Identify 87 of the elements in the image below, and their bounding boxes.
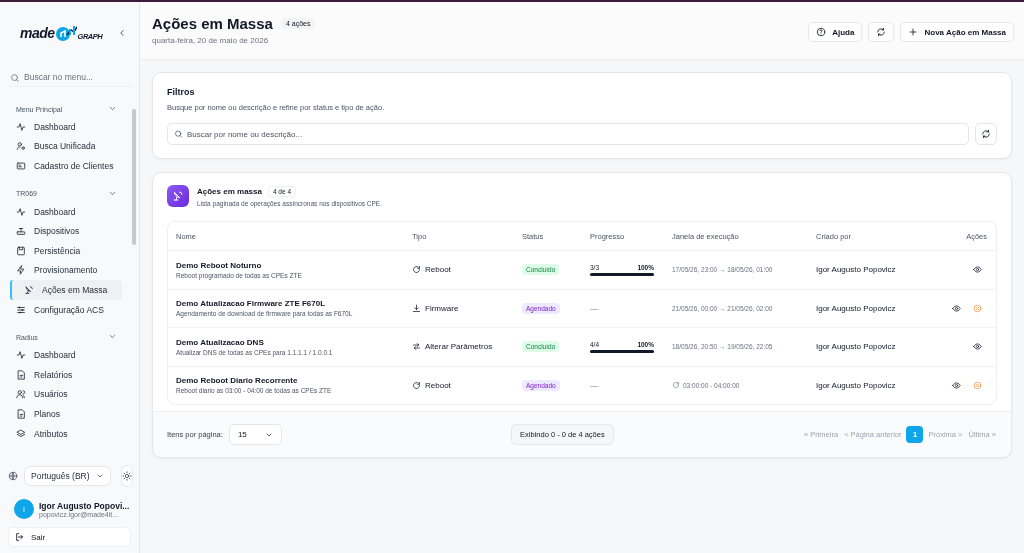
search-field[interactable]: Buscar por nome ou descrição... [167, 123, 969, 145]
user-name: Igor Augusto Popovi... [39, 500, 130, 511]
type-label: Reboot [425, 265, 451, 275]
eye-icon [952, 380, 961, 390]
plus-icon [908, 27, 919, 37]
view-button[interactable] [952, 380, 961, 390]
activity-icon [16, 350, 26, 361]
refresh-icon [412, 265, 421, 275]
sidebar-item[interactable]: Busca Unificada [10, 136, 122, 157]
search-icon [174, 129, 183, 139]
document-icon [16, 369, 26, 380]
router-icon [16, 226, 26, 237]
refresh-button[interactable] [868, 22, 895, 42]
view-button[interactable] [952, 303, 961, 313]
globe-icon [8, 471, 18, 481]
sidebar-item[interactable]: Dashboard [10, 201, 122, 222]
help-button[interactable]: Ajuda [808, 22, 863, 42]
creator-name: Igor Augusto Popovicz [815, 265, 897, 275]
chevron-down-icon [108, 104, 117, 113]
sun-icon [121, 471, 132, 481]
sidebar-item[interactable]: Dashboard [10, 117, 122, 137]
action-name: Demo Atualizacao DNS [176, 337, 265, 347]
cancel-icon [973, 303, 982, 313]
satellite-dish-icon [167, 185, 189, 207]
eye-icon [973, 265, 982, 275]
page-title: Ações em Massa [152, 15, 273, 32]
progress-bar [590, 272, 654, 276]
type-label: Reboot [425, 380, 451, 390]
refresh-icon [981, 129, 991, 139]
user-icon [16, 141, 26, 152]
creator-name: Igor Augusto Popovicz [815, 303, 897, 313]
save-icon [16, 245, 26, 256]
action-name: Demo Reboot Diario Recorrente [176, 376, 299, 386]
satellite-dish-icon [24, 284, 34, 295]
sidebar-item[interactable]: Persistência [10, 240, 122, 261]
theme-toggle[interactable] [120, 465, 133, 487]
activity-icon [16, 206, 26, 217]
sidebar-item[interactable]: Usuários [10, 384, 122, 405]
view-button[interactable] [973, 265, 982, 275]
sidebar-item[interactable]: Atributos [10, 423, 122, 444]
sidebar-item[interactable]: Ações em Massa [10, 280, 122, 300]
sidebar-item[interactable]: Cadastro de Clientes [10, 156, 122, 176]
arrows-icon [412, 342, 421, 352]
repeat-icon [672, 381, 680, 390]
users-icon [16, 389, 26, 400]
menu-search-field[interactable]: Buscar no menu... [8, 68, 131, 87]
activity-icon [16, 121, 26, 132]
help-icon [816, 27, 827, 37]
sidebar-item[interactable]: Dashboard [10, 345, 122, 365]
lightning-icon [16, 265, 26, 276]
action-name: Demo Reboot Noturno [176, 260, 263, 270]
sliders-icon [16, 304, 26, 315]
refresh-icon [412, 380, 421, 390]
sidebar-item[interactable]: Provisionamento [10, 260, 122, 281]
creator-name: Igor Augusto Popovicz [815, 342, 897, 352]
id-card-icon [16, 161, 26, 171]
new-action-button[interactable]: Nova Ação em Massa [900, 22, 1014, 42]
eye-icon [952, 303, 961, 313]
download-icon [412, 303, 421, 313]
sidebar-item[interactable]: Dispositivos [10, 221, 122, 241]
layers-icon [16, 428, 26, 439]
sidebar-item[interactable]: Planos [10, 404, 122, 424]
cancel-icon [973, 380, 982, 390]
view-button[interactable] [973, 342, 982, 352]
eye-icon [973, 342, 982, 352]
refresh-icon [876, 27, 887, 37]
per-page-select[interactable]: 15 [228, 424, 282, 445]
creator-name: Igor Augusto Popovicz [815, 380, 897, 390]
collapse-button[interactable] [117, 28, 127, 38]
action-name: Demo Atualizacao Firmware ZTE F670L [176, 299, 327, 309]
table-title: Ações em massa [197, 186, 262, 196]
sidebar-item[interactable]: Configuração ACS [10, 299, 122, 320]
scrollbar[interactable] [132, 109, 136, 245]
logout-icon [15, 532, 25, 542]
search-icon [10, 72, 20, 83]
logout-button[interactable]: Sair [8, 527, 131, 547]
progress-bar [590, 349, 654, 353]
chevron-down-icon [95, 472, 104, 480]
reset-filters-button[interactable] [975, 123, 997, 145]
sidebar-item[interactable]: Relatórios [10, 364, 122, 385]
type-label: Alterar Parâmetros [425, 342, 493, 352]
document-icon [16, 408, 26, 419]
type-label: Firmware [425, 303, 459, 313]
page-date: quarta-feira, 20 de maio de 2026 [152, 36, 270, 45]
language-select[interactable]: Português (BR) [24, 466, 111, 486]
chevron-left-icon [117, 28, 127, 38]
filters-title: Filtros [167, 87, 196, 97]
